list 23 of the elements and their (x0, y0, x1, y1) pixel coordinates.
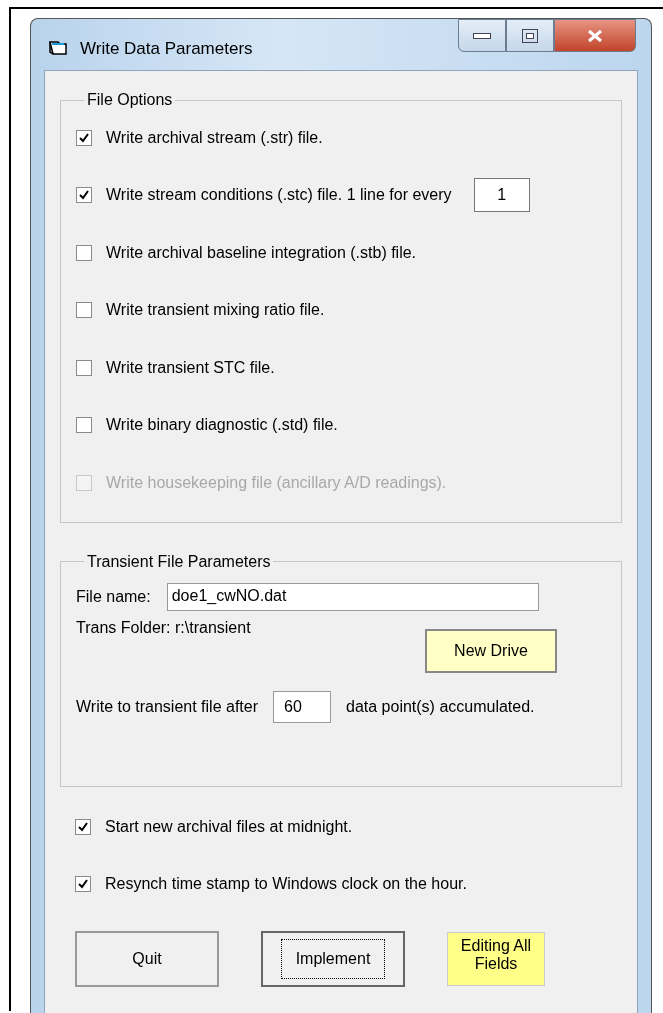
checkbox-label: Write transient STC file. (106, 358, 275, 377)
line-count-field[interactable]: 1 (473, 178, 530, 213)
checkbox-label: Write archival baseline integration (.stb) file. (106, 243, 417, 262)
quit-button[interactable]: Quit (75, 930, 219, 987)
checkbox-label: Write binary diagnostic (.std) file. (106, 416, 338, 435)
window-title: Write Data Parameters (80, 38, 253, 59)
status-label: Editing All Fields (447, 931, 545, 986)
write-after-suffix: data point(s) accumulated. (346, 697, 535, 716)
new-drive-button[interactable]: New Drive (425, 628, 557, 673)
checkbox-label: Start new archival files at midnight. (105, 818, 353, 836)
checkbox-label: Write stream conditions (.stc) file. 1 line for every (106, 186, 452, 205)
group-title: File Options (86, 91, 174, 109)
group-title: Transient File Parameters (86, 552, 272, 571)
write-after-label: Write to transient file after (76, 697, 258, 716)
checkbox-label: Write archival stream (.str) file. (106, 128, 323, 147)
file-name-field[interactable]: doe1_cwNO.dat (166, 582, 539, 611)
data-points-field[interactable]: 60 (273, 690, 331, 723)
folder-label: Trans Folder: r:\transient (76, 618, 251, 637)
checkbox-label: Resynch time stamp to Windows clock on the hour. (105, 875, 467, 893)
implement-button[interactable]: Implement (261, 930, 405, 987)
checkbox-label: Write transient mixing ratio file. (106, 301, 325, 320)
checkbox-label: Write housekeeping file (ancillary A/D readings). (106, 473, 447, 492)
file-name-label: File name: (76, 587, 151, 606)
